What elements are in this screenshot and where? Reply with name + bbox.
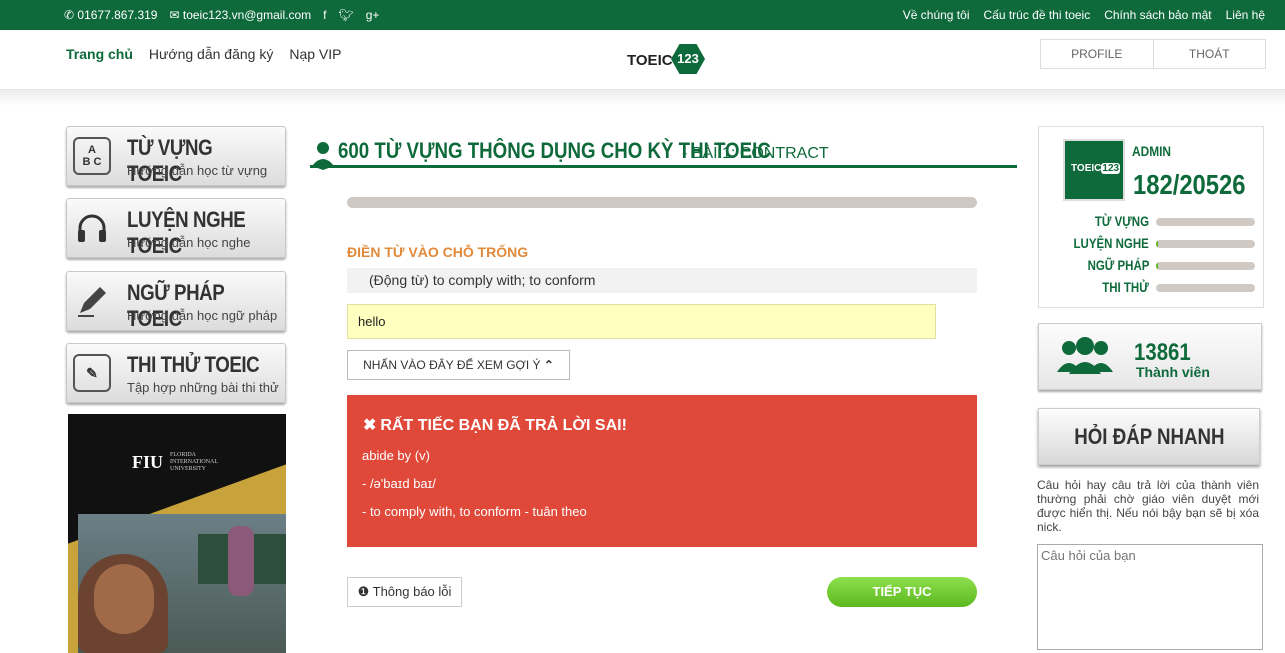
show-hint-button[interactable]: NHẤN VÀO ĐÂY ĐỂ XEM GỢI Ý ⌃ <box>347 350 570 380</box>
avatar: TOEIC123 <box>1063 139 1125 201</box>
facebook-icon[interactable]: f <box>323 8 326 22</box>
link-structure[interactable]: Cấu trúc đề thi toeic <box>983 8 1090 22</box>
link-about[interactable]: Về chúng tôi <box>903 8 970 22</box>
test-paper-icon: ✎ <box>73 354 111 392</box>
student-icon <box>312 142 334 170</box>
report-error-button[interactable]: ❶ Thông báo lỗi <box>347 577 462 607</box>
menu-test[interactable]: ✎ THI THỬ TOEIC Tập hợp những bài thi th… <box>66 343 286 403</box>
link-privacy[interactable]: Chính sách bảo mật <box>1104 8 1211 22</box>
logout-button[interactable]: THOÁT <box>1152 40 1266 68</box>
user-panel: TOEIC123 ADMIN 182/20526 TỪ VỰNG LUYỆN N… <box>1038 126 1264 308</box>
lesson-title: 600 TỪ VỰNG THÔNG DỤNG CHO KỲ THI TOEIC … <box>310 138 1017 170</box>
skill-listening: LUYỆN NGHE <box>1059 235 1259 251</box>
members-count: 13861 Thành viên <box>1038 323 1262 390</box>
logo[interactable]: TOEIC 123 <box>627 42 707 76</box>
skill-test: THI THỬ <box>1059 279 1259 295</box>
nav-register-guide[interactable]: Hướng dẫn đăng ký <box>149 46 273 62</box>
menu-listening[interactable]: LUYỆN NGHE TOEIC Hướng dẫn học nghe <box>66 198 286 258</box>
continue-button[interactable]: TIẾP TỤC <box>827 577 977 607</box>
qa-title: HỎI ĐÁP NHANH <box>1038 408 1260 465</box>
email: ✉ toeic123.vn@gmail.com <box>169 8 312 22</box>
pencil-icon <box>73 282 111 320</box>
nav-vip[interactable]: Nạp VIP <box>289 46 341 62</box>
fiu-logo: FIU <box>132 452 163 472</box>
menu-vocabulary[interactable]: AB C TỪ VỰNG TOEIC Hướng dẫn học từ vựng <box>66 126 286 186</box>
main-nav: Trang chủ Hướng dẫn đăng ký Nạp VIP TOEI… <box>0 30 1285 90</box>
nav-home[interactable]: Trang chủ <box>66 46 133 62</box>
headphones-icon <box>73 209 111 247</box>
qa-note: Câu hỏi hay câu trả lời của thành viên t… <box>1037 478 1259 534</box>
phone: ✆ 01677.867.319 <box>64 8 158 22</box>
chevron-up-icon: ⌃ <box>543 358 554 372</box>
lesson-progress-bar <box>347 197 977 208</box>
info-icon: ❶ <box>357 584 370 599</box>
twitter-icon[interactable]: 🐦︎ <box>338 8 353 22</box>
menu-grammar[interactable]: NGỮ PHÁP TOEIC Hướng dẫn học ngữ pháp <box>66 271 286 331</box>
word-hint: (Động từ) to comply with; to conform <box>347 268 977 293</box>
user-score: 182/20526 <box>1133 169 1246 200</box>
wrong-answer-panel: ✖ RẤT TIẾC BẠN ĐÃ TRẢ LỜI SAI! abide by (… <box>347 395 977 547</box>
skill-vocabulary: TỪ VỰNG <box>1059 213 1259 229</box>
answer-input[interactable]: hello <box>347 304 936 339</box>
abc-icon: AB C <box>73 137 111 175</box>
users-icon <box>1057 337 1113 374</box>
skill-grammar: NGỮ PHÁP <box>1059 257 1259 273</box>
user-name: ADMIN <box>1132 143 1172 159</box>
question-input[interactable] <box>1037 544 1263 650</box>
google-plus-icon[interactable]: g+ <box>366 8 380 22</box>
close-icon: ✖ <box>363 417 377 434</box>
ad-banner[interactable]: FIU FLORIDA INTERNATIONAL UNIVERSITY <box>68 414 286 653</box>
profile-button[interactable]: PROFILE <box>1041 40 1153 68</box>
link-contact[interactable]: Liên hệ <box>1226 8 1265 22</box>
instruction: ĐIỀN TỪ VÀO CHỖ TRỐNG <box>347 244 529 260</box>
top-bar: ✆ 01677.867.319 ✉ toeic123.vn@gmail.com … <box>0 0 1285 30</box>
